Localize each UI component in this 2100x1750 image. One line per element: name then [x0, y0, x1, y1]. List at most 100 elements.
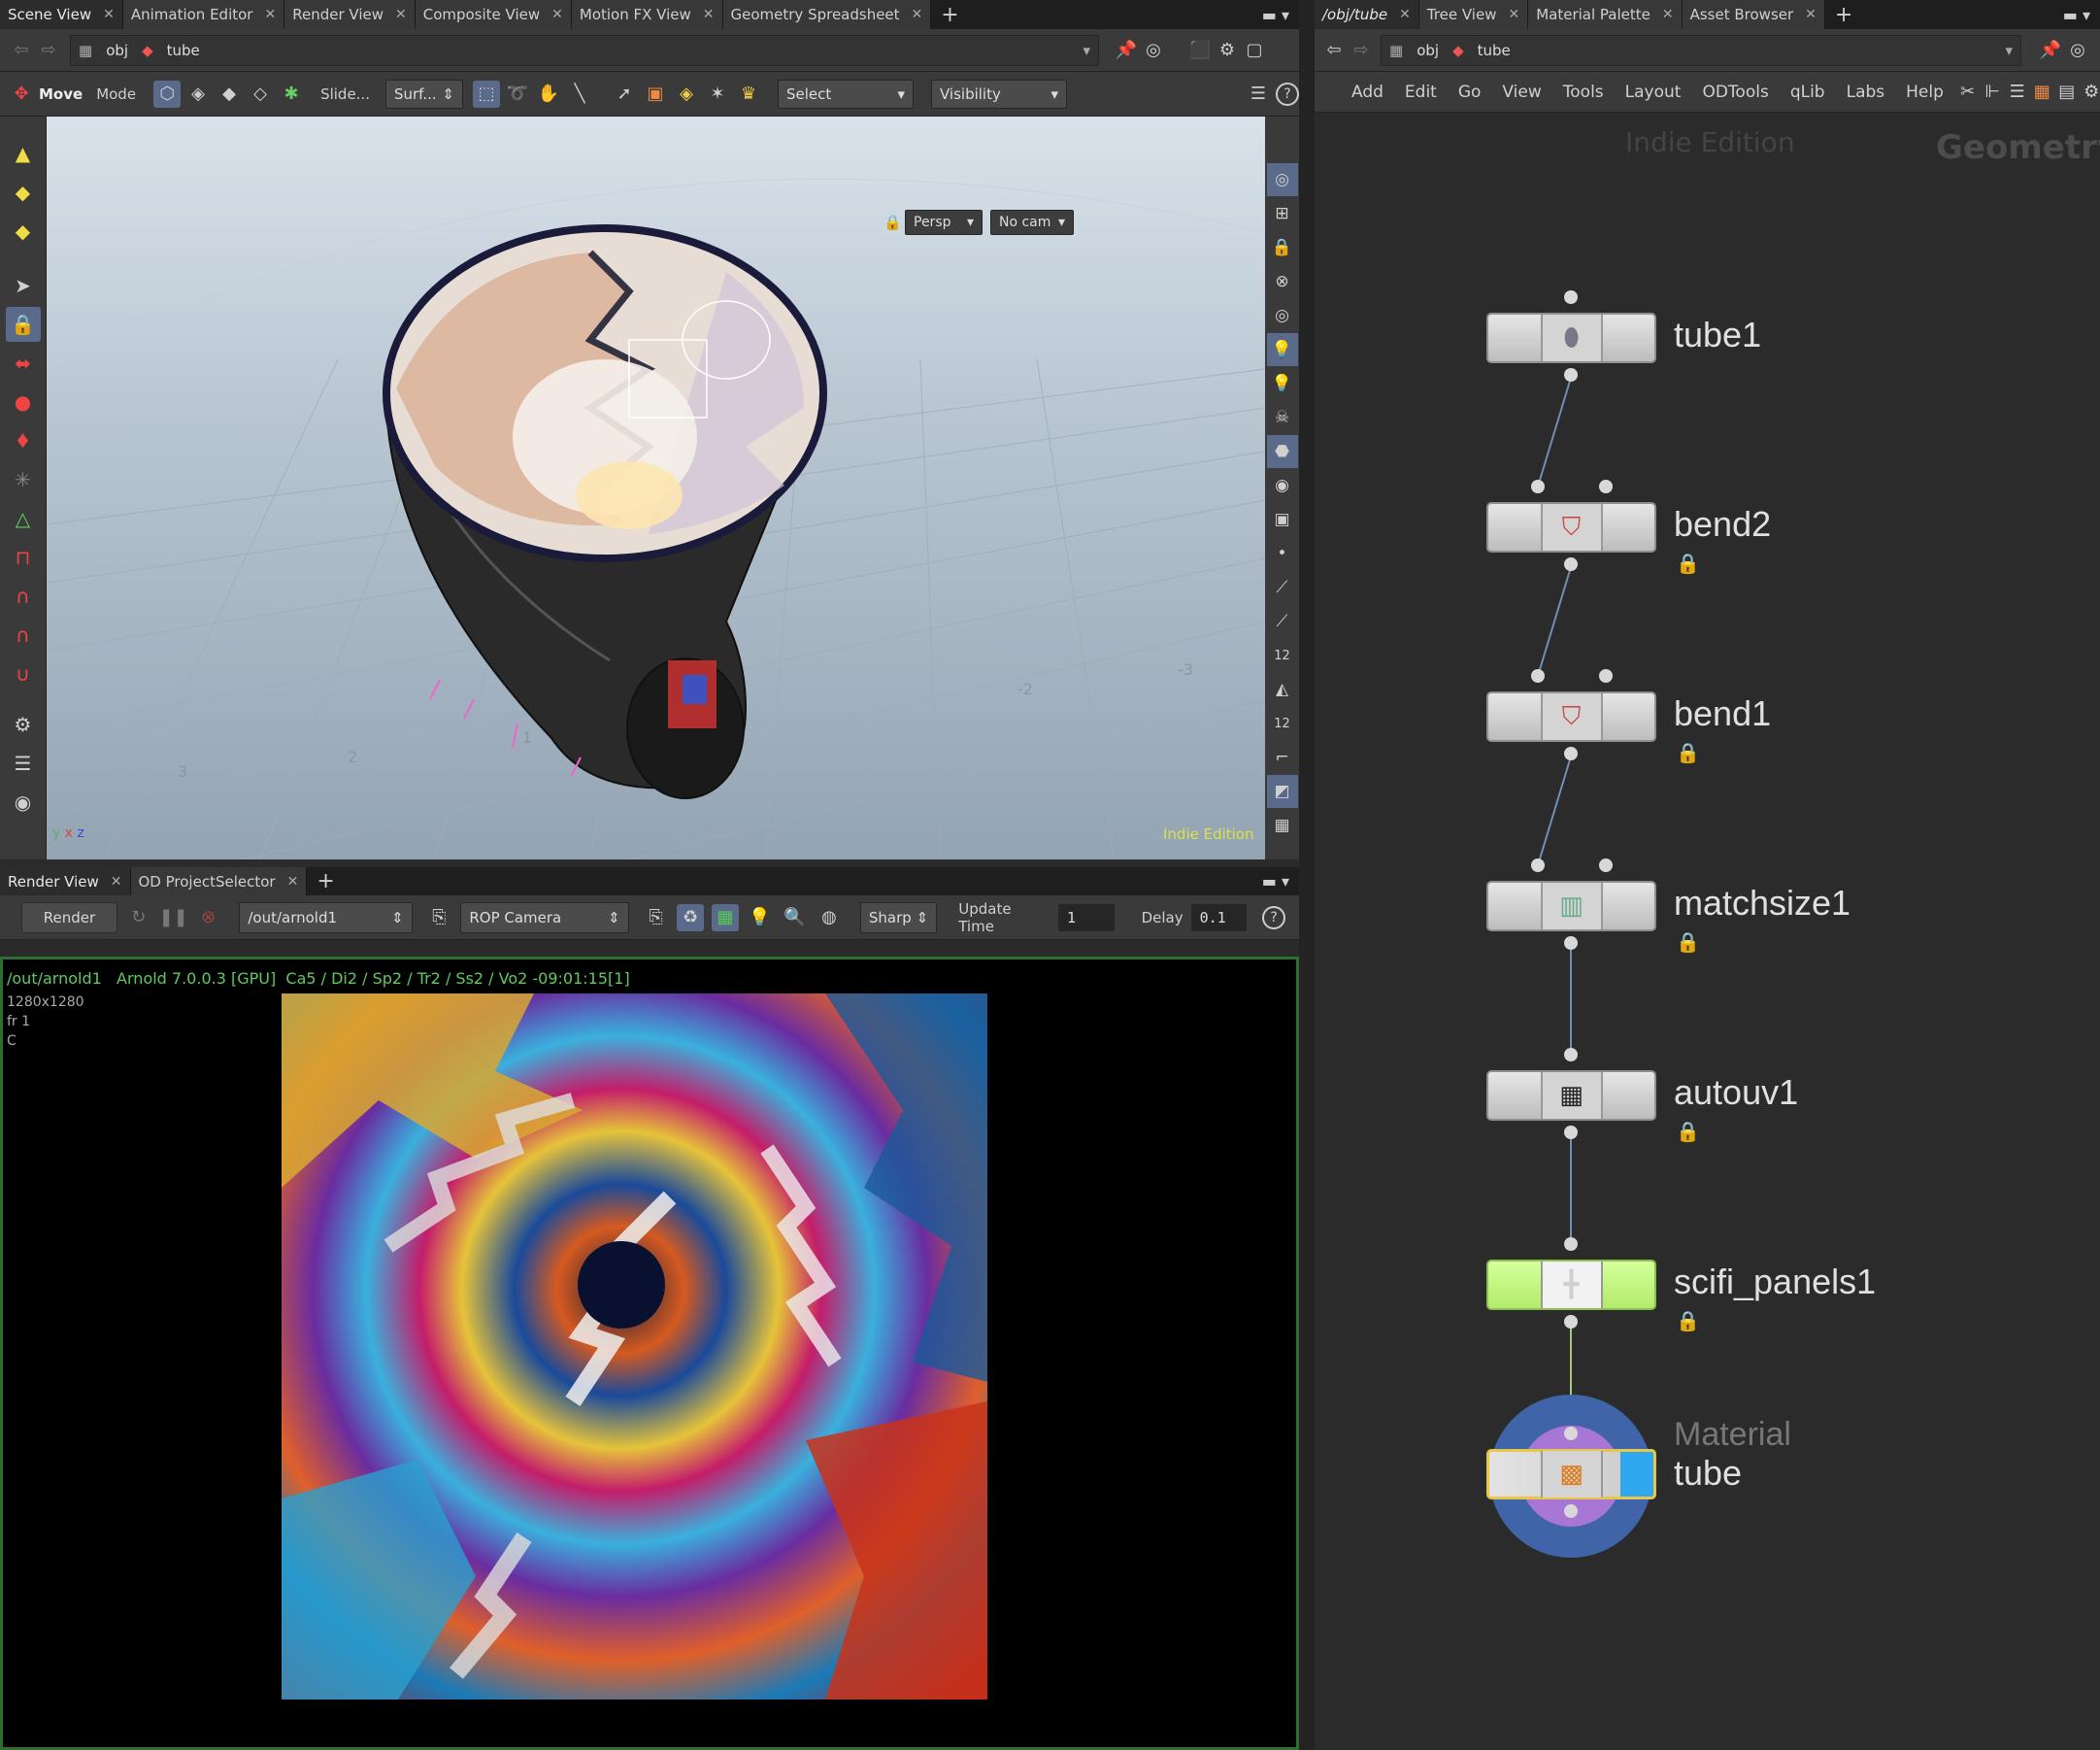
pose-icon[interactable]: △ — [6, 501, 41, 536]
lock-icon[interactable]: 🔒 — [1676, 552, 1700, 575]
select-prims-icon[interactable]: ◇ — [247, 81, 274, 108]
render-region-icon[interactable]: ▣ — [1267, 503, 1298, 536]
light-icon[interactable]: 💡 — [1266, 333, 1298, 366]
pane-menu-icon[interactable]: ▬ ▾ — [2053, 0, 2100, 29]
lock-icon[interactable]: 🔒 — [1676, 930, 1700, 954]
magnet-icon[interactable]: ⊓ — [6, 540, 41, 575]
template-icon[interactable]: ⊞ — [1267, 197, 1298, 230]
tab-od-project-selector[interactable]: OD ProjectSelector ✕ — [130, 867, 308, 895]
persp-dropdown[interactable]: Persp ▾ — [905, 210, 983, 235]
close-icon[interactable]: ✕ — [551, 7, 563, 22]
tab-composite-view[interactable]: Composite View ✕ — [415, 0, 572, 29]
rop-dropdown[interactable]: /out/arnold1 ⇕ — [239, 901, 413, 933]
menu-odtools[interactable]: ODTools — [1702, 83, 1768, 102]
network-path-field[interactable]: ▦ obj ◆ tube ▾ — [1381, 34, 2021, 66]
grid-view-icon[interactable]: ▤ — [2058, 79, 2076, 106]
shading-icon[interactable]: ⬣ — [1266, 435, 1298, 468]
menu-go[interactable]: Go — [1458, 83, 1482, 102]
display-options-icon[interactable]: ⚙ — [1214, 37, 1241, 64]
input-connector[interactable] — [1599, 480, 1613, 493]
prim-icon[interactable]: ◭ — [1267, 673, 1298, 706]
options-icon[interactable]: ⚙ — [2083, 79, 2100, 106]
add-tab-icon[interactable]: + — [931, 0, 968, 29]
chevron-down-icon[interactable]: ▾ — [1083, 42, 1090, 59]
refresh-icon[interactable]: ↻ — [125, 904, 152, 931]
tab-render-view[interactable]: Render View ✕ — [284, 0, 416, 29]
lock-icon[interactable]: 🔒 — [1676, 741, 1700, 764]
slide-dropdown[interactable]: Slide... — [320, 85, 370, 103]
point-number-icon[interactable]: 12 — [1267, 639, 1298, 672]
close-icon[interactable]: ✕ — [1662, 7, 1674, 22]
output-connector[interactable] — [1564, 1315, 1578, 1329]
pause-icon[interactable]: ❚❚ — [159, 904, 188, 931]
node-bend1[interactable]: ⛉ — [1486, 691, 1656, 742]
back-arrow-icon[interactable]: ⇦ — [1320, 37, 1348, 64]
close-icon[interactable]: ✕ — [1399, 7, 1411, 22]
menu-edit[interactable]: Edit — [1405, 83, 1437, 102]
node-matchsize1[interactable]: ▥ — [1486, 881, 1656, 931]
update-time-field[interactable]: 1 — [1058, 903, 1115, 931]
scale-icon[interactable]: ♦ — [6, 423, 41, 458]
close-icon[interactable]: ✕ — [1508, 7, 1519, 22]
lock-icon[interactable]: 🔒 — [1676, 1309, 1700, 1332]
path-obj[interactable]: obj — [106, 42, 128, 59]
select-edges-icon[interactable]: ◆ — [216, 81, 243, 108]
tab-tree-view[interactable]: Tree View ✕ — [1418, 0, 1529, 29]
forward-arrow-icon[interactable]: ⇨ — [35, 37, 62, 64]
path-tube[interactable]: tube — [1478, 42, 1511, 59]
select-points-icon[interactable]: ◈ — [184, 81, 212, 108]
network-canvas[interactable]: Indie Edition Geometry ⬮ tube1 ⛉ bend2 🔒… — [1315, 113, 2100, 1750]
menu-help[interactable]: Help — [1906, 83, 1944, 102]
menu-add[interactable]: Add — [1351, 83, 1383, 102]
tab-motion-fx-view[interactable]: Motion FX View ✕ — [571, 0, 723, 29]
select-dropdown[interactable]: Select ▾ — [777, 79, 914, 109]
pin-icon[interactable]: 📌 — [1113, 37, 1140, 64]
path-field[interactable]: ▦ obj ◆ tube ▾ — [70, 34, 1099, 66]
lock-icon[interactable]: 🔒 — [1676, 1120, 1700, 1143]
prim-number-icon[interactable]: 12 — [1267, 707, 1298, 740]
close-icon[interactable]: ✕ — [111, 874, 122, 890]
target-icon[interactable]: ◎ — [1140, 37, 1167, 64]
help-icon[interactable]: ? — [1276, 82, 1299, 106]
bulb-icon[interactable]: 💡 — [1267, 367, 1298, 400]
checker-icon[interactable]: ▦ — [1267, 809, 1298, 842]
camera-dropdown[interactable]: ROP Camera ⇕ — [460, 901, 629, 933]
vector-icon[interactable]: ⟋ — [1267, 605, 1298, 638]
auto-update-icon[interactable]: ♻ — [677, 903, 705, 931]
pane-menu-icon[interactable]: ▬ ▾ — [1252, 867, 1299, 895]
input-connector[interactable] — [1564, 1427, 1578, 1440]
sphere-icon[interactable]: ◍ — [816, 904, 843, 931]
node-bend2[interactable]: ⛉ — [1486, 502, 1656, 553]
vertical-splitter[interactable] — [1299, 0, 1315, 1750]
hull-icon[interactable]: ◩ — [1266, 775, 1298, 808]
input-connector[interactable] — [1564, 1048, 1578, 1061]
back-arrow-icon[interactable]: ⇦ — [8, 37, 35, 64]
target-icon[interactable]: ◎ — [2064, 37, 2091, 64]
close-icon[interactable]: ✕ — [287, 874, 299, 890]
tab-geometry-spreadsheet[interactable]: Geometry Spreadsheet ✕ — [722, 0, 932, 29]
skull-icon[interactable]: ☠ — [1267, 401, 1298, 434]
menu-qlib[interactable]: qLib — [1790, 83, 1825, 102]
mode-label[interactable]: Mode — [96, 85, 136, 103]
input-connector[interactable] — [1599, 858, 1613, 872]
box-select-icon[interactable]: ⬚ — [472, 80, 500, 108]
input-connector[interactable] — [1564, 1237, 1578, 1251]
tab-asset-browser[interactable]: Asset Browser ✕ — [1682, 0, 1825, 29]
add-tab-icon[interactable]: + — [307, 867, 344, 895]
camera-icon[interactable]: ⚙ — [6, 707, 41, 742]
tab-render-view-lower[interactable]: Render View ✕ — [0, 867, 131, 895]
delay-field[interactable]: 0.1 — [1190, 903, 1248, 931]
translate-icon[interactable]: ⬌ — [6, 346, 41, 381]
toolbar-options-icon[interactable]: ☰ — [1245, 81, 1272, 108]
pane-menu-icon[interactable]: ▬ ▾ — [1252, 0, 1299, 29]
preview-icon[interactable]: ▦ — [712, 903, 739, 931]
tab-scene-view[interactable]: Scene View ✕ — [0, 0, 123, 29]
rop-jump-icon[interactable]: ⎘ — [426, 904, 453, 931]
tree-icon[interactable]: ⊩ — [1983, 79, 2001, 106]
path-tube[interactable]: tube — [167, 42, 200, 59]
view-icon[interactable]: ◆ — [6, 214, 41, 249]
zoom-icon[interactable]: 🔍 — [781, 904, 808, 931]
3d-viewport[interactable]: 🔒 Persp ▾ No cam ▾ Indie Edition y x z -3 … — [47, 117, 1265, 859]
chevron-down-icon[interactable]: ▾ — [2005, 42, 2013, 59]
transform-icon[interactable]: ✳ — [6, 462, 41, 497]
